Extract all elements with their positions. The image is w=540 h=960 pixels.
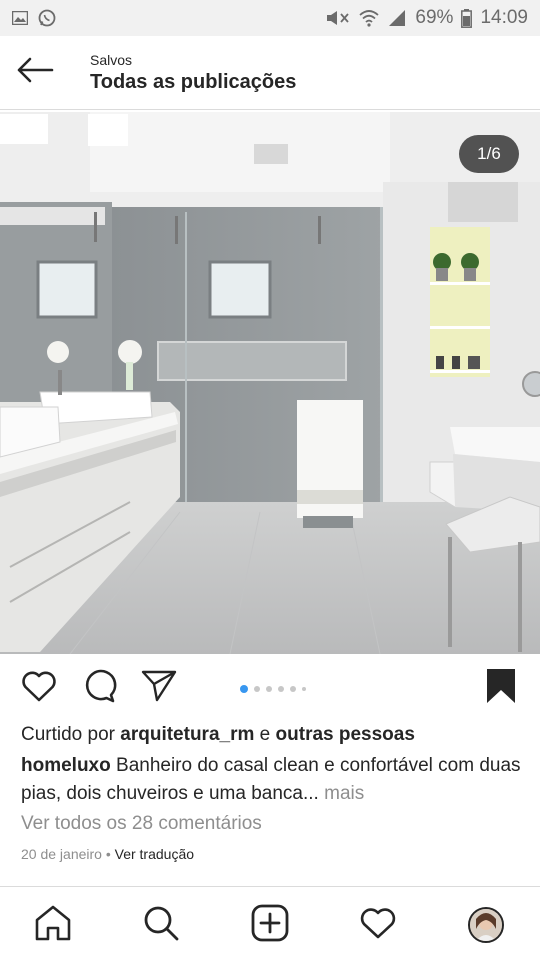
profile-avatar: [468, 907, 504, 943]
signal-icon: [387, 9, 407, 27]
likes-conj: e: [259, 724, 271, 745]
post-image[interactable]: 1/6: [0, 112, 540, 654]
comment-icon: [81, 668, 117, 709]
search-icon: [142, 904, 180, 947]
save-button[interactable]: [482, 668, 520, 709]
likes-line: Curtido por arquitetura_rm e outras pess…: [21, 724, 415, 746]
carousel-dot: [302, 687, 306, 691]
activity-heart-icon: [359, 906, 397, 945]
view-comments-link[interactable]: Ver todos os 28 comentários: [21, 813, 262, 835]
page-title: Todas as publicações: [90, 71, 297, 93]
carousel-dot: [266, 686, 272, 692]
bottom-nav: [0, 886, 540, 960]
share-icon: [140, 669, 178, 708]
image-icon: [12, 11, 28, 25]
whatsapp-icon: [38, 9, 56, 27]
clock: 14:09: [480, 7, 528, 28]
comment-button[interactable]: [80, 668, 118, 709]
header: Salvos Todas as publicações: [0, 36, 540, 110]
likes-prefix: Curtido por: [21, 724, 115, 745]
meta-separator: •: [105, 846, 111, 862]
battery-percent: 69%: [415, 7, 454, 28]
post-date: 20 de janeiro: [21, 846, 102, 862]
header-subtitle: Salvos: [90, 52, 133, 68]
like-button[interactable]: [20, 670, 58, 706]
image-counter: 1/6: [459, 135, 519, 173]
caption: homeluxo Banheiro do casal clean e confo…: [21, 752, 521, 808]
nav-new-post[interactable]: [250, 904, 290, 947]
nav-activity[interactable]: [358, 905, 398, 945]
new-post-icon: [251, 904, 289, 947]
share-button[interactable]: [140, 670, 178, 706]
carousel-dot: [278, 686, 284, 692]
heart-icon: [21, 669, 57, 708]
post-meta: 20 de janeiro • Ver tradução: [21, 846, 194, 862]
carousel-dot: [254, 686, 260, 692]
liker-username[interactable]: arquitetura_rm: [120, 724, 254, 745]
back-arrow-icon: [16, 57, 54, 88]
carousel-dot: [290, 686, 296, 692]
caption-username[interactable]: homeluxo: [21, 755, 111, 776]
post-actions: [0, 654, 540, 720]
likes-others-link[interactable]: outras pessoas: [276, 724, 415, 745]
wifi-icon: [359, 9, 380, 27]
carousel-indicator: [240, 685, 306, 693]
battery-icon: [461, 8, 473, 28]
carousel-dot: [240, 685, 248, 693]
nav-search[interactable]: [141, 905, 181, 945]
caption-more-link[interactable]: mais: [324, 783, 364, 804]
bookmark-icon: [485, 668, 517, 709]
nav-profile[interactable]: [466, 905, 506, 945]
translate-link[interactable]: Ver tradução: [115, 846, 194, 862]
home-icon: [34, 905, 72, 946]
status-bar: 69% 14:09: [0, 0, 540, 36]
mute-icon: [325, 9, 351, 27]
back-button[interactable]: [16, 56, 56, 88]
nav-home[interactable]: [33, 905, 73, 945]
